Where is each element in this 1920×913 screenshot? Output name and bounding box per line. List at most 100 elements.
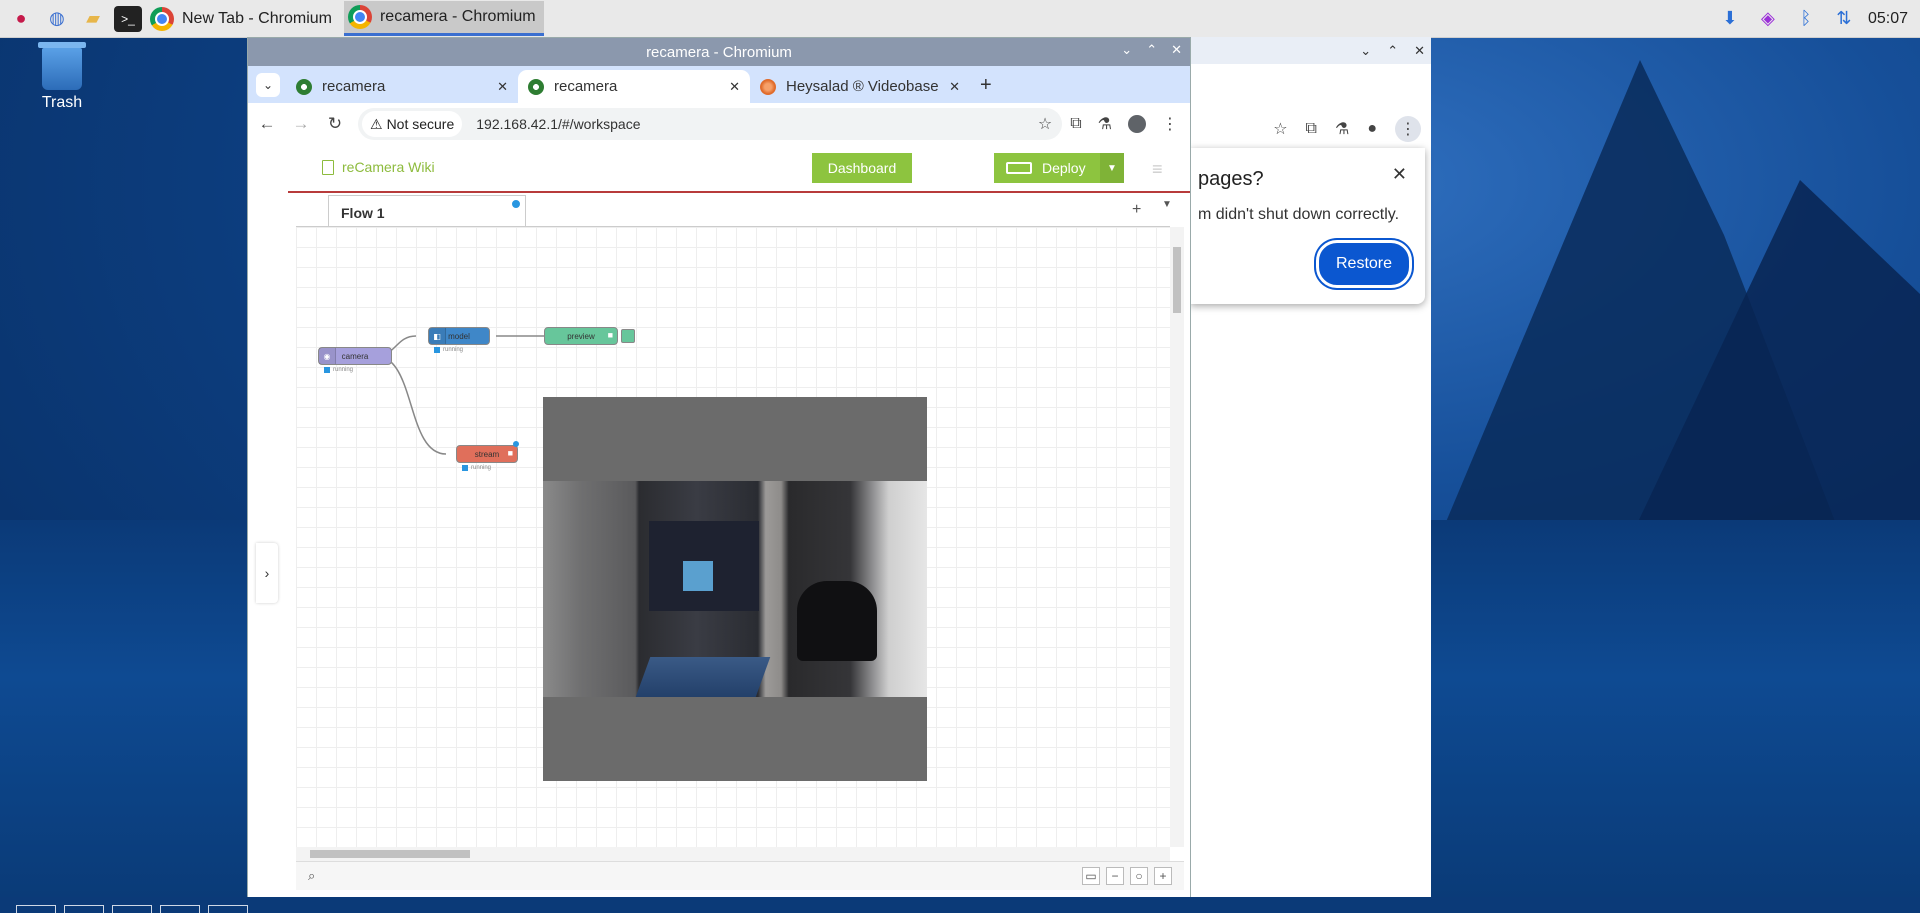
clock[interactable]: 05:07	[1868, 10, 1908, 28]
bookmark-star-icon[interactable]: ☆	[1273, 119, 1287, 139]
bottom-panel	[0, 897, 1920, 913]
bookmark-star-icon[interactable]: ☆	[1038, 114, 1052, 134]
add-flow-icon[interactable]: +	[1132, 201, 1141, 219]
camera-icon: ◉	[319, 348, 336, 364]
network-icon[interactable]: ⇅	[1830, 5, 1858, 33]
terminal-icon[interactable]: >_	[114, 5, 142, 32]
status-text: running	[443, 347, 464, 353]
panel-item[interactable]	[64, 905, 104, 913]
window-titlebar: recamera - Chromium ⌄ ⌃ ✕	[248, 38, 1190, 66]
preview-toggle[interactable]	[621, 329, 635, 343]
raspberry-menu-icon[interactable]: ●	[6, 4, 36, 34]
profile-icon[interactable]: ●	[1367, 120, 1377, 138]
wiki-link[interactable]: reCamera Wiki	[322, 159, 435, 175]
back-icon[interactable]: ←	[252, 109, 282, 139]
close-icon[interactable]: ✕	[1392, 164, 1407, 185]
search-icon[interactable]: ⌕	[308, 868, 315, 884]
warning-icon: ⚠	[370, 115, 383, 132]
chromium-icon	[347, 5, 372, 29]
tab-heysalad[interactable]: Heysalad ® Videobase ✕	[750, 70, 970, 103]
recamera-favicon-icon	[296, 78, 312, 95]
heysalad-favicon-icon	[760, 78, 776, 95]
deploy-button[interactable]: Deploy	[994, 153, 1100, 183]
minimize-icon[interactable]: ⌄	[1121, 42, 1132, 58]
tab-search-button[interactable]: ⌄	[256, 73, 280, 97]
window-controls: ⌄ ⌃ ✕	[1121, 42, 1182, 58]
profile-avatar[interactable]	[1128, 115, 1146, 133]
panel-item[interactable]	[160, 905, 200, 913]
scroll-thumb[interactable]	[1173, 247, 1181, 313]
maximize-icon[interactable]: ⌃	[1146, 42, 1157, 58]
flow-tab-label: Flow 1	[341, 205, 385, 221]
tab-recamera-1[interactable]: recamera ✕	[286, 70, 518, 103]
web-browser-icon[interactable]: ◍	[42, 4, 72, 34]
restore-button[interactable]: Restore	[1316, 240, 1412, 288]
close-icon[interactable]: ✕	[1171, 42, 1182, 58]
minimize-icon[interactable]: ⌄	[1360, 43, 1371, 59]
maximize-icon[interactable]: ⌃	[1387, 43, 1398, 59]
panel-item[interactable]	[112, 905, 152, 913]
system-tray: ⬇ ◈ ᛒ ⇅ 05:07	[1716, 0, 1920, 37]
horizontal-scrollbar[interactable]	[296, 847, 1170, 861]
labs-icon[interactable]: ⚗	[1335, 119, 1349, 139]
zoom-controls: ▭ − ○ +	[1082, 867, 1172, 885]
reload-icon[interactable]: ↻	[320, 109, 350, 139]
bluetooth-icon[interactable]: ᛒ	[1792, 5, 1820, 33]
site-info-button[interactable]: ⚠ Not secure	[362, 111, 463, 137]
dashboard-button[interactable]: Dashboard	[812, 153, 912, 183]
map-icon[interactable]: ▭	[1082, 867, 1100, 885]
url-text[interactable]: 192.168.42.1/#/workspace	[476, 116, 640, 132]
taskbar-task-new-tab[interactable]: New Tab - Chromium	[146, 3, 340, 35]
extensions-icon[interactable]: ⧉	[1070, 115, 1081, 133]
cube-icon: ◧	[429, 328, 446, 344]
preview-jacket	[797, 581, 877, 661]
hamburger-menu-icon[interactable]: ≡	[1152, 159, 1170, 180]
menu-kebab-icon[interactable]: ⋮	[1395, 116, 1421, 142]
flow-list-dropdown-icon[interactable]: ▼	[1162, 199, 1172, 210]
node-model[interactable]: ◧ model	[428, 327, 490, 345]
desktop-trash[interactable]: Trash	[38, 42, 86, 112]
zoom-in-icon[interactable]: +	[1154, 867, 1172, 885]
tab-label: Heysalad ® Videobase	[786, 78, 939, 95]
sidebar-expand-button[interactable]: ›	[256, 543, 278, 603]
scroll-thumb[interactable]	[310, 850, 470, 858]
close-icon[interactable]: ✕	[1414, 43, 1425, 59]
close-tab-icon[interactable]: ✕	[949, 79, 960, 95]
recamera-favicon-icon	[528, 78, 544, 95]
node-preview[interactable]: preview ■	[544, 327, 618, 345]
download-icon[interactable]: ⬇	[1716, 5, 1744, 33]
forward-icon[interactable]: →	[286, 109, 316, 139]
taskbar-task-recamera[interactable]: recamera - Chromium	[343, 1, 544, 36]
chromium-icon	[150, 6, 174, 31]
extensions-icon[interactable]: ⧉	[1306, 120, 1317, 138]
address-bar[interactable]: ⚠ Not secure 192.168.42.1/#/workspace ☆	[358, 108, 1063, 140]
zoom-out-icon[interactable]: −	[1106, 867, 1124, 885]
panel-item[interactable]	[16, 905, 56, 913]
app-status-icon[interactable]: ◈	[1754, 5, 1782, 33]
preview-laptop	[635, 657, 771, 697]
trash-label: Trash	[41, 94, 83, 111]
node-camera[interactable]: ◉ camera	[318, 347, 392, 365]
node-status: running	[462, 465, 491, 471]
panel-item[interactable]	[208, 905, 248, 913]
close-tab-icon[interactable]: ✕	[497, 79, 508, 95]
deploy-options-button[interactable]: ▼	[1100, 153, 1124, 183]
preview-screen-glow	[683, 561, 713, 591]
node-stream[interactable]: stream ■	[456, 445, 518, 463]
background-window-toolbar: ☆ ⧉ ⚗ ● ⋮	[1191, 111, 1431, 147]
status-text: running	[471, 465, 492, 471]
menu-kebab-icon[interactable]: ⋮	[1162, 114, 1178, 134]
labs-icon[interactable]: ⚗	[1098, 114, 1112, 134]
wiki-link-label: reCamera Wiki	[342, 159, 435, 175]
close-tab-icon[interactable]: ✕	[729, 79, 740, 95]
new-tab-button[interactable]: +	[980, 74, 992, 97]
taskbar-task-label: New Tab - Chromium	[182, 9, 332, 27]
wire-camera-stream[interactable]	[375, 355, 447, 455]
flow-workspace[interactable]: ◉ camera running ◧ model running preview…	[296, 227, 1170, 847]
node-status: running	[324, 367, 353, 373]
tab-flow-1[interactable]: Flow 1	[328, 195, 526, 226]
tab-recamera-2[interactable]: recamera ✕	[518, 70, 750, 103]
vertical-scrollbar[interactable]	[1170, 227, 1184, 847]
file-manager-icon[interactable]: ▰	[78, 4, 108, 34]
zoom-reset-icon[interactable]: ○	[1130, 867, 1148, 885]
